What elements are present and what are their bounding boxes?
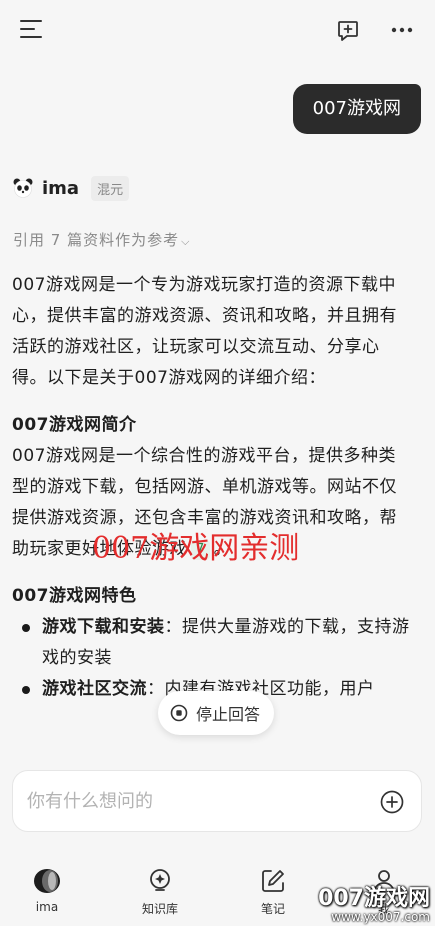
bot-header: ima 混元 [12,175,130,201]
list-item-title: 游戏下载和安装 [42,617,165,637]
model-badge: 混元 [91,175,130,201]
overlay-watermark: 007游戏网亲测 [92,531,300,566]
section-title: 007游戏网特色 [12,586,137,606]
chat-input-box [12,770,422,832]
tab-ima-label: ima [35,900,59,914]
stop-answer-label: 停止回答 [196,705,261,724]
corner-watermark-name: 007游戏网 [318,886,430,911]
corner-watermark-url: www.yx007.com [331,910,430,924]
panda-icon [13,178,33,198]
stop-icon [170,704,188,722]
stop-answer-button[interactable]: 停止回答 [158,691,275,735]
chevron-down-icon: ⌵ [181,235,191,248]
menu-icon[interactable] [20,20,42,40]
ima-logo-icon [34,869,60,893]
tab-notes[interactable]: 笔记 [233,868,313,917]
top-bar [0,0,435,64]
references-toggle[interactable]: 引用 7 篇资料作为参考 ⌵ [13,229,190,250]
list-item-title: 游戏社区交流 [42,679,147,699]
tab-knowledge-label: 知识库 [141,902,178,916]
chat-input[interactable] [27,771,357,831]
corner-watermark: 007游戏网 www.yx007.com [318,880,430,924]
answer-content: 007游戏网是一个专为游戏玩家打造的资源下载中心，提供丰富的游戏资源、资讯和攻略… [12,270,412,705]
more-icon[interactable] [390,24,414,36]
tab-notes-label: 笔记 [260,902,285,916]
answer-intro: 007游戏网是一个专为游戏玩家打造的资源下载中心，提供丰富的游戏资源、资讯和攻略… [12,275,397,388]
tab-knowledge-base[interactable]: 知识库 [120,868,200,917]
references-label: 引用 7 篇资料作为参考 [13,231,180,249]
bot-name: ima [42,177,80,199]
knowledge-bulb-icon [150,869,170,891]
user-message-bubble: 007游戏网 [292,84,421,134]
list-item: 游戏下载和安装：提供大量游戏的下载，支持游戏的安装 [12,612,412,674]
section-title: 007游戏网简介 [12,415,137,435]
tab-ima[interactable]: ima [7,868,87,914]
add-icon[interactable] [380,790,404,814]
content-fade [0,732,435,770]
new-chat-icon[interactable] [336,19,360,43]
notes-edit-icon [262,870,284,892]
